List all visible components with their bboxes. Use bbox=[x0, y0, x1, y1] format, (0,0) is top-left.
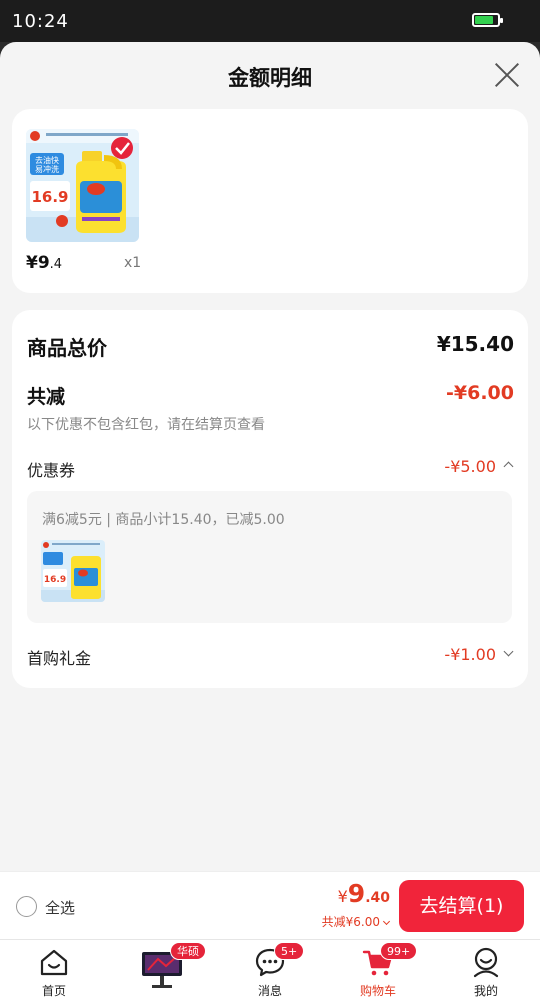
tab-messages-label: 消息 bbox=[257, 984, 282, 998]
tab-profile-label: 我的 bbox=[473, 984, 498, 998]
coupon-detail-box: 满6减5元 | 商品小计15.40，已减5.00 16.9 bbox=[27, 491, 512, 623]
tab-home[interactable]: 首页 bbox=[14, 940, 94, 1003]
product-price: ¥9.4 bbox=[26, 253, 63, 273]
product-image[interactable]: 去油快 易冲洗 16.9 bbox=[26, 129, 139, 242]
total-price-value: ¥15.40 bbox=[436, 332, 514, 356]
checkout-reduction[interactable]: 共减¥6.00 bbox=[322, 913, 391, 930]
battery-icon bbox=[472, 13, 503, 27]
home-icon bbox=[40, 949, 68, 976]
tab-messages-badge: 5+ bbox=[274, 942, 305, 960]
product-quantity: x1 bbox=[124, 255, 142, 271]
coupon-product-thumbnail: 16.9 bbox=[41, 540, 105, 602]
chevron-down-icon bbox=[382, 917, 391, 926]
status-bar: 10:24 bbox=[0, 0, 540, 42]
total-price-label: 商品总价 bbox=[27, 336, 107, 360]
tab-home-label: 首页 bbox=[41, 984, 66, 998]
tab-messages[interactable]: 5+ 消息 bbox=[230, 940, 310, 1003]
status-time: 10:24 bbox=[12, 11, 69, 32]
select-all-label[interactable]: 全选 bbox=[45, 897, 75, 918]
total-reduction-value: -¥6.00 bbox=[446, 382, 514, 404]
price-detail-card: 商品总价 ¥15.40 共减 -¥6.00 以下优惠不包含红包，请在结算页查看 … bbox=[12, 310, 528, 688]
total-reduction-label: 共减 bbox=[27, 386, 66, 408]
bottom-tab-bar: 首页 华硕 5+ 消息 99+ 购物车 我的 bbox=[0, 939, 540, 1003]
tab-cart[interactable]: 99+ 购物车 bbox=[338, 940, 418, 1003]
coupon-label: 优惠券 bbox=[27, 461, 76, 480]
image-text-line1: 去油快 bbox=[35, 155, 59, 165]
product-card: 去油快 易冲洗 16.9 ¥9.4 x1 bbox=[12, 109, 528, 293]
coupon-description: 满6减5元 | 商品小计15.40，已减5.00 bbox=[42, 512, 285, 528]
image-text-line2: 易冲洗 bbox=[35, 164, 59, 174]
tab-cart-badge: 99+ bbox=[380, 942, 418, 960]
checkout-button[interactable]: 去结算(1) bbox=[399, 880, 524, 932]
battery-level bbox=[475, 16, 493, 24]
first-purchase-bonus-value: -¥1.00 bbox=[444, 645, 496, 664]
tab-profile[interactable]: 我的 bbox=[446, 940, 526, 1003]
detergent-product-image: 去油快 易冲洗 16.9 bbox=[26, 129, 139, 242]
tab-cart-label: 购物车 bbox=[359, 984, 396, 998]
amount-detail-sheet: 金额明细 去油快 易冲洗 16.9 ¥9.4 x1 商品总价 ¥15.40 共减… bbox=[0, 42, 540, 1003]
image-price: 16.9 bbox=[31, 188, 68, 206]
first-purchase-bonus-label: 首购礼金 bbox=[27, 649, 92, 668]
tab-promo-badge: 华硕 bbox=[170, 942, 206, 960]
discount-note: 以下优惠不包含红包，请在结算页查看 bbox=[27, 417, 265, 433]
close-icon[interactable] bbox=[494, 62, 520, 88]
detergent-thumbnail-image: 16.9 bbox=[41, 540, 105, 602]
sheet-title: 金额明细 bbox=[228, 66, 312, 90]
payable-price: ¥9.40 bbox=[337, 879, 390, 908]
profile-icon bbox=[473, 947, 499, 978]
thumb-price: 16.9 bbox=[44, 575, 66, 585]
tab-promo-monitor[interactable]: 华硕 bbox=[122, 940, 206, 1003]
checkout-bar: 全选 ¥9.40 共减¥6.00 去结算(1) bbox=[0, 871, 540, 939]
select-all-checkbox[interactable] bbox=[16, 896, 37, 917]
